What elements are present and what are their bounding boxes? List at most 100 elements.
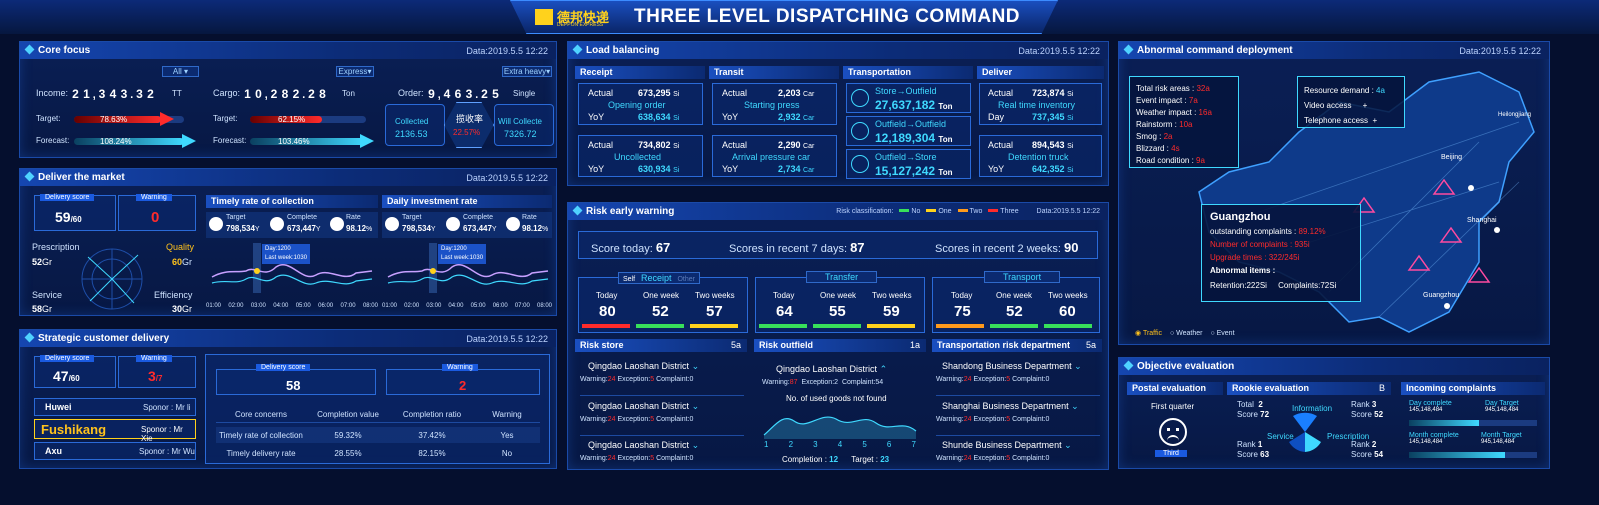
cargo-filter-dropdown[interactable]: Express▾: [336, 66, 374, 77]
order-digits: 9,463.25: [428, 85, 499, 102]
list-item[interactable]: Qingdao Laoshan District ⌄ Warning:24 Ex…: [580, 361, 744, 391]
logo-mark-icon: [535, 9, 553, 25]
timely-x-axis: 01:00 02:00 03:00 04:00 05:00 06:00 07:00 08:00: [206, 303, 378, 309]
diamond-icon: [1123, 360, 1134, 371]
timely-subheader: Timely rate of collection: [206, 195, 378, 208]
tab-transfer[interactable]: Transfer: [806, 271, 878, 283]
diamond-icon: [1123, 44, 1134, 55]
panel-date: Data:2019.5.5 12:22: [466, 333, 548, 344]
panel-title: Strategic customer delivery: [38, 333, 170, 344]
customer-item-fushikang[interactable]: Fushikang Sponor : Mr Xie: [34, 419, 196, 443]
city-label-heilongjiang: Heilongjiang: [1498, 112, 1532, 118]
cyan-arrow-icon: [182, 134, 196, 148]
warning-value: 0: [151, 209, 160, 226]
customer-item-huwei[interactable]: Huwei Sponor : Mr li: [34, 398, 196, 416]
check-icon: [446, 217, 460, 231]
panel-title: Core focus: [38, 45, 91, 56]
deliver-subheader: Deliver: [977, 66, 1104, 79]
delivery-score-value: 47/60: [53, 368, 80, 384]
city-label-shanghai: Shanghai: [1467, 217, 1497, 224]
collected-label: Collected: [395, 117, 429, 126]
filter-weather[interactable]: ○ Weather: [1170, 330, 1203, 337]
receipt-subheader: Receipt: [575, 66, 705, 79]
diamond-icon: [24, 332, 35, 343]
risk-store-subheader: Risk store 5a: [575, 339, 747, 352]
logo: 德邦快递 DEPPON EXPRESS: [535, 8, 625, 30]
risk-tabs: Self Receipt Other: [618, 272, 700, 284]
risk-level-bar: [990, 324, 1038, 328]
video-access-button[interactable]: Video access +: [1304, 98, 1404, 113]
outfield-stats: Warning:87 Exception:2 Complaint:54: [762, 379, 884, 386]
risk-legend: Risk classification: No One Two Three Da…: [836, 208, 1100, 215]
tab-receipt[interactable]: Receipt: [641, 273, 672, 283]
resource-box: Resource demand : 4a Video access + Tele…: [1297, 76, 1405, 128]
target-icon: [209, 217, 223, 231]
pie-icon: [330, 217, 344, 231]
efficiency-label: Efficiency: [154, 290, 193, 300]
income-digits: 21,343.32: [72, 85, 154, 102]
list-item[interactable]: Shandong Business Department ⌄ Warning:2…: [936, 361, 1100, 391]
risk-warning-panel: Risk early warning Risk classification: …: [567, 202, 1109, 470]
customer-item-axu[interactable]: Axu Sponor : Mr Wu: [34, 442, 196, 460]
telephone-access-button[interactable]: Telephone access +: [1304, 113, 1404, 128]
outfield-x-axis: 1234567: [764, 440, 916, 449]
logo-en: DEPPON EXPRESS: [557, 22, 604, 28]
list-item[interactable]: Shunde Business Department ⌄ Warning:24 …: [936, 440, 1100, 470]
city-label-beijing: Beijing: [1441, 154, 1463, 161]
cyan-arrow-icon: [360, 134, 374, 148]
postal-subheader: Postal evaluation: [1127, 382, 1223, 395]
core-focus-panel: Core focus Data:2019.5.5 12:22 All ▾ Inco…: [19, 41, 557, 158]
transport-risk-subheader: Transportation risk department 5a: [932, 339, 1102, 352]
risk-level-bar: [759, 324, 807, 328]
tab-transport[interactable]: Transport: [984, 271, 1061, 283]
truck-icon: [851, 122, 869, 140]
collection-rate-hexagon: [444, 102, 494, 148]
cargo-unit: Ton: [342, 89, 355, 98]
list-item[interactable]: Qingdao Laoshan District ⌄ Warning:24 Ex…: [580, 440, 744, 470]
rookie-subheader: Rookie evaluation B: [1227, 382, 1391, 395]
list-item[interactable]: Qingdao Laoshan District ⌄ Warning:24 Ex…: [580, 401, 744, 431]
income-forecast-label: Forecast:: [36, 136, 70, 145]
income-target-value: 78.63%: [100, 115, 128, 124]
deliver-market-panel: Deliver the market Data:2019.5.5 12:22 De…: [19, 168, 557, 316]
cargo-target-value: 62.15%: [278, 115, 306, 124]
customer-detail: Delivery score 58 Warning 2 Core concern…: [205, 354, 550, 464]
table-row[interactable]: Timely delivery rate 28.55% 82.15% No: [216, 445, 540, 461]
panel-title: Objective evaluation: [1137, 361, 1235, 372]
will-collect-label: Will Collecte: [498, 117, 543, 126]
diamond-icon: [572, 205, 583, 216]
quality-label: Quality: [166, 242, 195, 252]
invest-tooltip: Day:1200 Last week:1030: [438, 244, 487, 264]
transportation-subheader: Transportation: [843, 66, 973, 79]
filter-traffic[interactable]: ◉ Traffic: [1135, 330, 1162, 337]
invest-x-axis: 01:00 02:00 03:00 04:00 05:00 06:00 07:00 08:00: [382, 303, 552, 309]
collected-value: 2136.53: [395, 129, 428, 139]
panel-date: Data:2019.5.5 12:22: [466, 172, 548, 183]
target-icon: [385, 217, 399, 231]
divider: [580, 395, 744, 396]
filter-event[interactable]: ○ Event: [1210, 330, 1234, 337]
timely-tooltip: Day:1200 Last week:1030: [262, 244, 311, 264]
cargo-forecast-value: 103.46%: [278, 137, 310, 146]
risk-level-bar: [636, 324, 684, 328]
month-progress-bar: [1409, 452, 1505, 458]
risk-level-bar: [1044, 324, 1092, 328]
panel-date: Data:2019.5.5 12:22: [1018, 45, 1100, 56]
red-arrow-icon: [160, 112, 174, 126]
divider: [936, 395, 1100, 396]
service-label: Service: [32, 290, 63, 300]
panel-title: Risk early warning: [586, 206, 675, 217]
city-detail-popup: Guangzhou outstanding complaints : 89.12…: [1201, 204, 1361, 302]
delivery-score-label: Delivery score: [40, 194, 95, 201]
radar-chart: [81, 248, 143, 310]
order-filter-dropdown[interactable]: Extra heavy▾: [502, 66, 552, 77]
strategic-customer-panel: Strategic customer delivery Data:2019.5.5…: [19, 329, 557, 469]
outfield-name[interactable]: Qingdao Laoshan District ⌃: [776, 364, 887, 375]
income-label: Income:: [36, 88, 69, 98]
table-row[interactable]: Timely rate of collection 59.32% 37.42% Yes: [216, 427, 540, 443]
order-unit: Single: [513, 89, 536, 98]
tab-self[interactable]: Self: [623, 276, 635, 283]
income-filter-dropdown[interactable]: All ▾: [162, 66, 199, 77]
tab-other[interactable]: Other: [677, 276, 695, 283]
list-item[interactable]: Shanghai Business Department ⌄ Warning:2…: [936, 401, 1100, 431]
